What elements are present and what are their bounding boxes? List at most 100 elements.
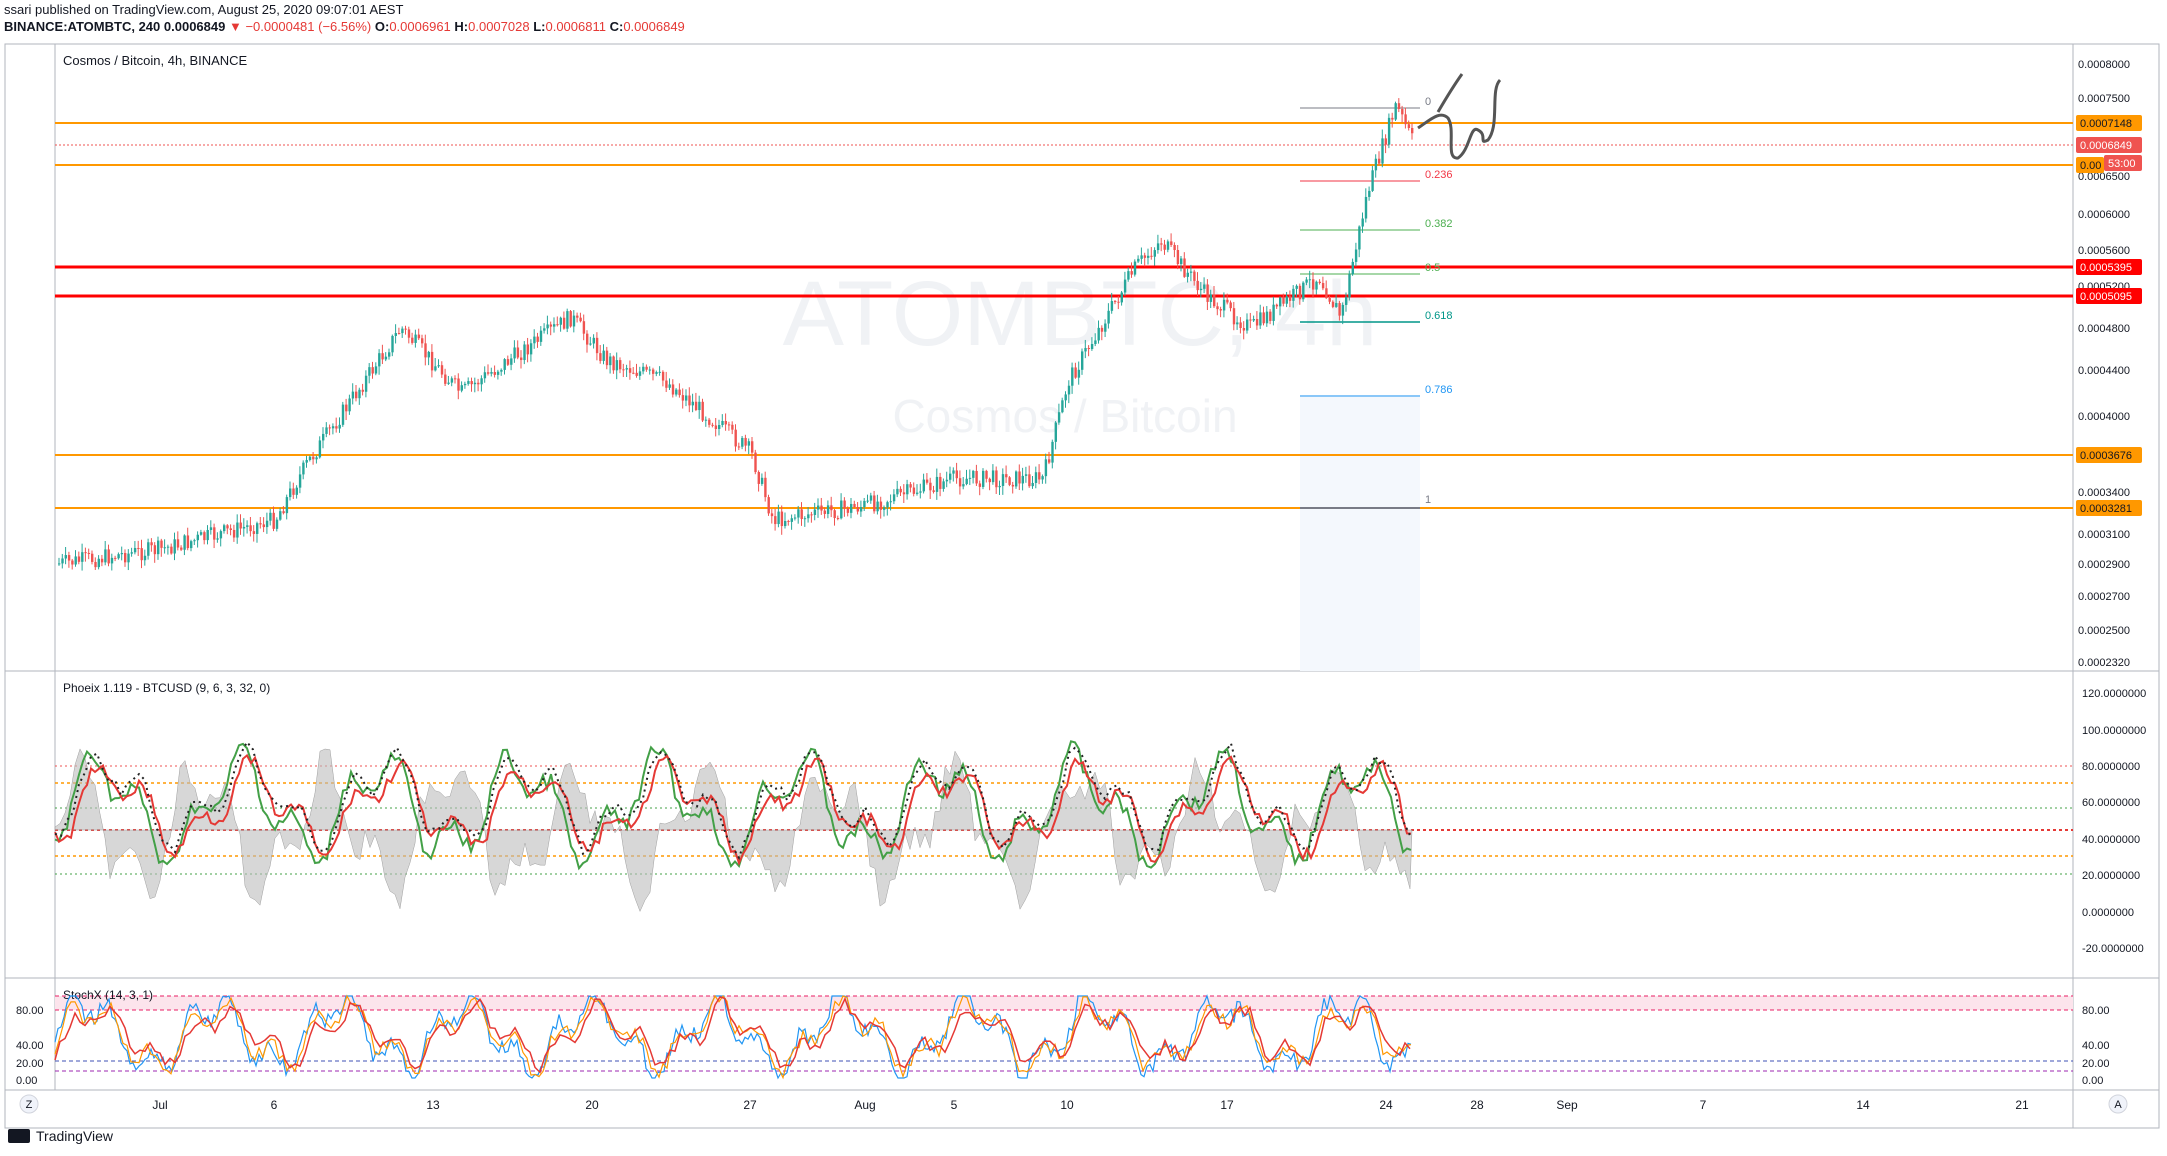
candle-body bbox=[345, 404, 348, 412]
candle-body bbox=[206, 529, 209, 541]
candle-body bbox=[1279, 297, 1282, 307]
svg-text:Sep: Sep bbox=[1556, 1098, 1578, 1112]
candle-body bbox=[767, 497, 770, 514]
candle-body bbox=[1232, 308, 1236, 325]
svg-text:120.0000000: 120.0000000 bbox=[2082, 688, 2146, 700]
candle-body bbox=[298, 474, 302, 488]
candle-body bbox=[566, 311, 569, 329]
candle-body bbox=[384, 356, 388, 360]
candle-body bbox=[401, 328, 404, 334]
candle-body bbox=[94, 561, 97, 568]
candle-body bbox=[467, 381, 470, 384]
candle-body bbox=[1140, 255, 1143, 259]
phoeix-axis[interactable]: 120.0000000 100.0000000 80.0000000 60.00… bbox=[2082, 688, 2146, 955]
candle-body bbox=[1001, 474, 1005, 486]
stoch-axis-right[interactable]: 80.00 40.00 20.00 0.00 bbox=[2082, 1005, 2110, 1087]
candle-body bbox=[1368, 190, 1371, 197]
candle-body bbox=[74, 556, 77, 565]
price-tick: 0.0007500 bbox=[2078, 93, 2130, 105]
price-label-0005095: 0.0005095 bbox=[2080, 291, 2132, 303]
candle-body bbox=[318, 440, 322, 458]
candle-body bbox=[533, 336, 536, 344]
candle-body bbox=[1203, 284, 1206, 289]
candle-body bbox=[843, 500, 846, 509]
candle-body bbox=[774, 516, 777, 525]
candle-body bbox=[869, 495, 873, 501]
candle-body bbox=[1229, 302, 1232, 309]
candle-body bbox=[460, 385, 463, 391]
candle-body bbox=[777, 511, 780, 525]
price-tick: 0.0006000 bbox=[2078, 209, 2130, 221]
projection-drawing-2[interactable] bbox=[1436, 73, 1464, 113]
candle-body bbox=[576, 315, 579, 318]
time-axis[interactable]: Jul 6 13 20 27 Aug 5 10 17 24 28 Sep 7 1… bbox=[152, 1098, 2029, 1112]
candle-body bbox=[493, 372, 496, 375]
candle-body bbox=[388, 352, 391, 357]
candle-body bbox=[133, 547, 137, 553]
candle-body bbox=[239, 522, 242, 529]
candle-body bbox=[1282, 297, 1285, 304]
candle-body bbox=[675, 389, 678, 395]
candle-body bbox=[394, 333, 397, 336]
candle-body bbox=[744, 437, 747, 446]
candle-body bbox=[892, 494, 896, 502]
candle-body bbox=[823, 510, 826, 514]
candle-body bbox=[1170, 241, 1173, 245]
candle-body bbox=[440, 365, 444, 375]
candle-body bbox=[661, 371, 665, 381]
candle-body bbox=[625, 368, 628, 370]
candle-body bbox=[1219, 309, 1222, 311]
candle-body bbox=[635, 372, 638, 376]
candle-body bbox=[817, 505, 820, 510]
candle-body bbox=[328, 427, 331, 429]
candle-body bbox=[265, 520, 269, 528]
candle-body bbox=[991, 470, 995, 483]
candle-body bbox=[434, 366, 437, 371]
candle-body bbox=[919, 491, 922, 493]
candle-body bbox=[500, 369, 503, 372]
candle-body bbox=[734, 429, 737, 447]
candle-body bbox=[232, 529, 236, 538]
candle-body bbox=[1127, 271, 1130, 280]
candle-body bbox=[275, 519, 279, 529]
candle-body bbox=[965, 478, 968, 485]
candle-body bbox=[1384, 138, 1387, 145]
chart-canvas[interactable]: ATOMBTC, 4h Cosmos / Bitcoin Cosmos / Bi… bbox=[0, 0, 2167, 1156]
candle-body bbox=[638, 371, 642, 376]
candle-body bbox=[176, 539, 180, 548]
svg-text:13: 13 bbox=[426, 1098, 440, 1112]
svg-text:40.00: 40.00 bbox=[16, 1040, 44, 1052]
candle-body bbox=[820, 505, 823, 511]
candle-body bbox=[117, 554, 120, 559]
candle-body bbox=[1351, 261, 1354, 275]
tradingview-brand[interactable]: TradingView bbox=[8, 1128, 113, 1144]
candle-body bbox=[1216, 306, 1219, 310]
candle-body bbox=[797, 509, 800, 518]
price-tick: 0.0003400 bbox=[2078, 487, 2130, 499]
fib-label-0: 0 bbox=[1425, 96, 1431, 108]
fib-label-05: 0.5 bbox=[1425, 262, 1440, 274]
candle-body bbox=[572, 315, 576, 327]
candle-body bbox=[1067, 385, 1071, 395]
candle-body bbox=[1160, 243, 1163, 245]
fib-label-0236: 0.236 bbox=[1425, 169, 1453, 181]
price-tick: 0.0004000 bbox=[2078, 411, 2130, 423]
candle-body bbox=[526, 344, 529, 355]
candle-body bbox=[335, 426, 338, 429]
projection-drawing[interactable] bbox=[1417, 78, 1502, 160]
candle-body bbox=[1028, 474, 1031, 487]
candle-body bbox=[1226, 299, 1229, 303]
candle-body bbox=[863, 500, 866, 508]
candle-body bbox=[120, 553, 124, 555]
price-tick: 0.0004800 bbox=[2078, 323, 2130, 335]
candle-body bbox=[747, 441, 751, 446]
candle-body bbox=[391, 335, 394, 353]
candle-body bbox=[193, 540, 196, 542]
zoom-button-label[interactable]: Z bbox=[26, 1099, 33, 1111]
auto-scale-button-label[interactable]: A bbox=[2114, 1099, 2122, 1111]
candle-body bbox=[1315, 281, 1318, 290]
candle-body bbox=[909, 484, 912, 488]
candle-body bbox=[305, 459, 308, 463]
candle-body bbox=[727, 424, 731, 426]
candle-body bbox=[1090, 344, 1094, 350]
